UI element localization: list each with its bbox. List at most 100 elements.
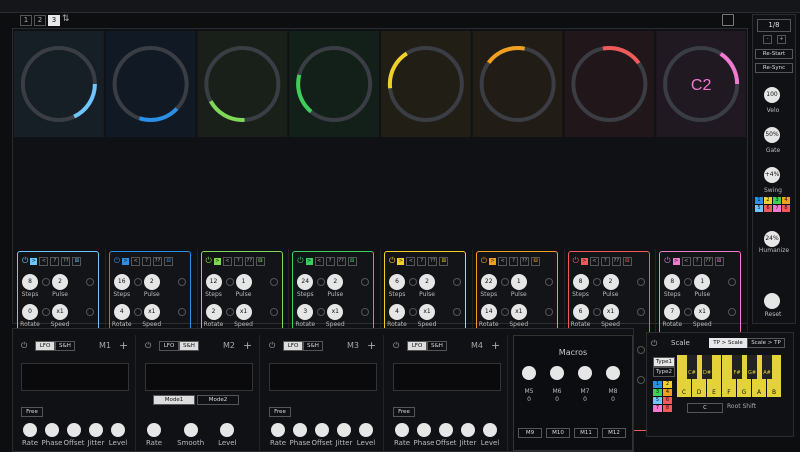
mod-dot[interactable] [728,278,737,286]
nav-button[interactable]: ?? [428,256,438,266]
lfo-knob[interactable] [395,423,409,437]
pulse-knob[interactable]: 2 [419,274,435,290]
mod-dot[interactable] [361,278,370,286]
grid-cell[interactable]: 5 [653,397,662,404]
play-chip[interactable]: > [489,257,497,265]
add-icon[interactable]: + [119,339,128,352]
nav-button[interactable]: ?? [703,256,713,266]
speed-knob[interactable]: x1 [602,304,619,320]
mod-dot[interactable] [544,278,553,286]
lfo-power-icon[interactable]: ⏻ [145,341,151,351]
nav-button[interactable]: ? [50,256,60,266]
grid-cell[interactable]: 6 [663,397,672,404]
nav-button[interactable]: < [131,256,141,266]
lfo-mode-a[interactable]: LFO [159,341,179,351]
keyboard-icon[interactable] [722,14,734,26]
euclid-circle-1[interactable] [14,31,104,137]
dice-icon[interactable]: ⚄ [531,256,541,266]
nav-button[interactable]: ?? [611,256,621,266]
black-key[interactable]: G# [747,355,757,379]
power-icon[interactable]: ⏻ [389,256,395,266]
euclid-circle-2[interactable] [105,31,196,137]
humanize-knob[interactable]: 24% [764,231,780,247]
grid-cell[interactable]: 3 [773,197,781,204]
nav-button[interactable]: ?? [520,256,530,266]
nav-button[interactable]: < [39,256,49,266]
rotate-knob[interactable]: 3 [297,304,314,320]
steps-knob[interactable]: 8 [664,274,681,290]
nav-button[interactable]: < [314,256,324,266]
mode1-button[interactable]: Mode1 [153,395,195,405]
nav-button[interactable]: ? [417,256,427,266]
play-chip[interactable]: > [30,257,38,265]
macro-button[interactable]: M10 [546,428,570,438]
macro-knob[interactable] [578,366,592,380]
nav-button[interactable]: ? [142,256,152,266]
mod-dot[interactable] [269,278,278,286]
nav-button[interactable]: ?? [336,256,346,266]
mod-dot[interactable] [636,278,645,286]
mod-dot[interactable] [636,308,645,316]
steps-knob[interactable]: 12 [205,274,222,290]
mod-dot[interactable] [500,278,509,286]
play-chip[interactable]: > [213,257,221,265]
pulse-knob[interactable]: 2 [143,274,160,290]
nav-button[interactable]: < [406,256,416,266]
steps-knob[interactable]: 8 [572,274,589,290]
speed-knob[interactable]: x1 [419,304,435,320]
speed-knob[interactable]: x1 [143,304,160,320]
grid-cell[interactable]: 2 [764,197,772,204]
lfo-mode-a[interactable]: LFO [407,341,427,351]
grid-cell[interactable]: 1 [653,381,662,388]
free-button[interactable]: Free [269,407,291,417]
grid-cell[interactable]: 8 [782,205,790,212]
nav-button[interactable]: ? [692,256,702,266]
dice-icon[interactable]: ⚄ [347,256,357,266]
sort-icon[interactable]: ⇅ [62,14,70,24]
global-gate-knob[interactable]: 50% [764,127,780,143]
mod-dot[interactable] [592,308,601,316]
mod-dot[interactable] [728,308,737,316]
restart-button[interactable]: Re-Start [755,49,793,59]
power-icon[interactable]: ⏻ [22,256,28,266]
lfo-mode-b[interactable]: S&H [55,341,75,351]
add-icon[interactable]: + [243,339,252,352]
speed-knob[interactable]: x1 [694,304,711,320]
mod-dot[interactable] [500,308,509,316]
speed-knob[interactable]: x1 [327,304,344,320]
root-select[interactable]: C [687,403,723,413]
grid-cell[interactable]: 4 [663,389,672,396]
lfo-knob[interactable] [483,423,497,437]
grid-cell[interactable]: 4 [782,197,790,204]
steps-knob[interactable]: 24 [297,274,314,290]
black-key[interactable]: D# [702,355,712,379]
grid-cell[interactable]: 3 [653,389,662,396]
lfo-knob[interactable] [183,423,198,437]
rate-display[interactable]: 1/8 [757,19,791,32]
tab-1[interactable]: 1 [20,15,32,26]
speed-knob[interactable]: x1 [235,304,252,320]
power-icon[interactable]: ⏻ [206,256,212,266]
euclid-circle-5[interactable] [381,31,471,137]
nav-button[interactable]: < [222,256,232,266]
mod-dot[interactable] [42,308,50,316]
rotate-knob[interactable]: 4 [113,304,130,320]
mod-dot[interactable] [225,308,234,316]
grid-cell[interactable]: 2 [663,381,672,388]
mod-dot[interactable] [177,308,186,316]
grid-cell[interactable]: 8 [663,405,672,412]
grid-cell[interactable]: 1 [755,197,763,204]
nav-button[interactable]: ? [600,256,610,266]
mod-dot[interactable] [636,376,645,384]
add-icon[interactable]: + [491,339,500,352]
rotate-knob[interactable]: 14 [480,304,497,320]
lfo-mode-b[interactable]: S&H [427,341,447,351]
mod-dot[interactable] [269,308,278,316]
lfo-power-icon[interactable]: ⏻ [269,341,275,351]
rotate-knob[interactable]: 2 [205,304,222,320]
dice-icon[interactable]: ⚄ [255,256,265,266]
black-key[interactable]: A# [762,355,772,379]
rotate-knob[interactable]: 6 [572,304,589,320]
power-icon[interactable]: ⏻ [664,256,670,266]
mod-dot[interactable] [636,346,645,354]
